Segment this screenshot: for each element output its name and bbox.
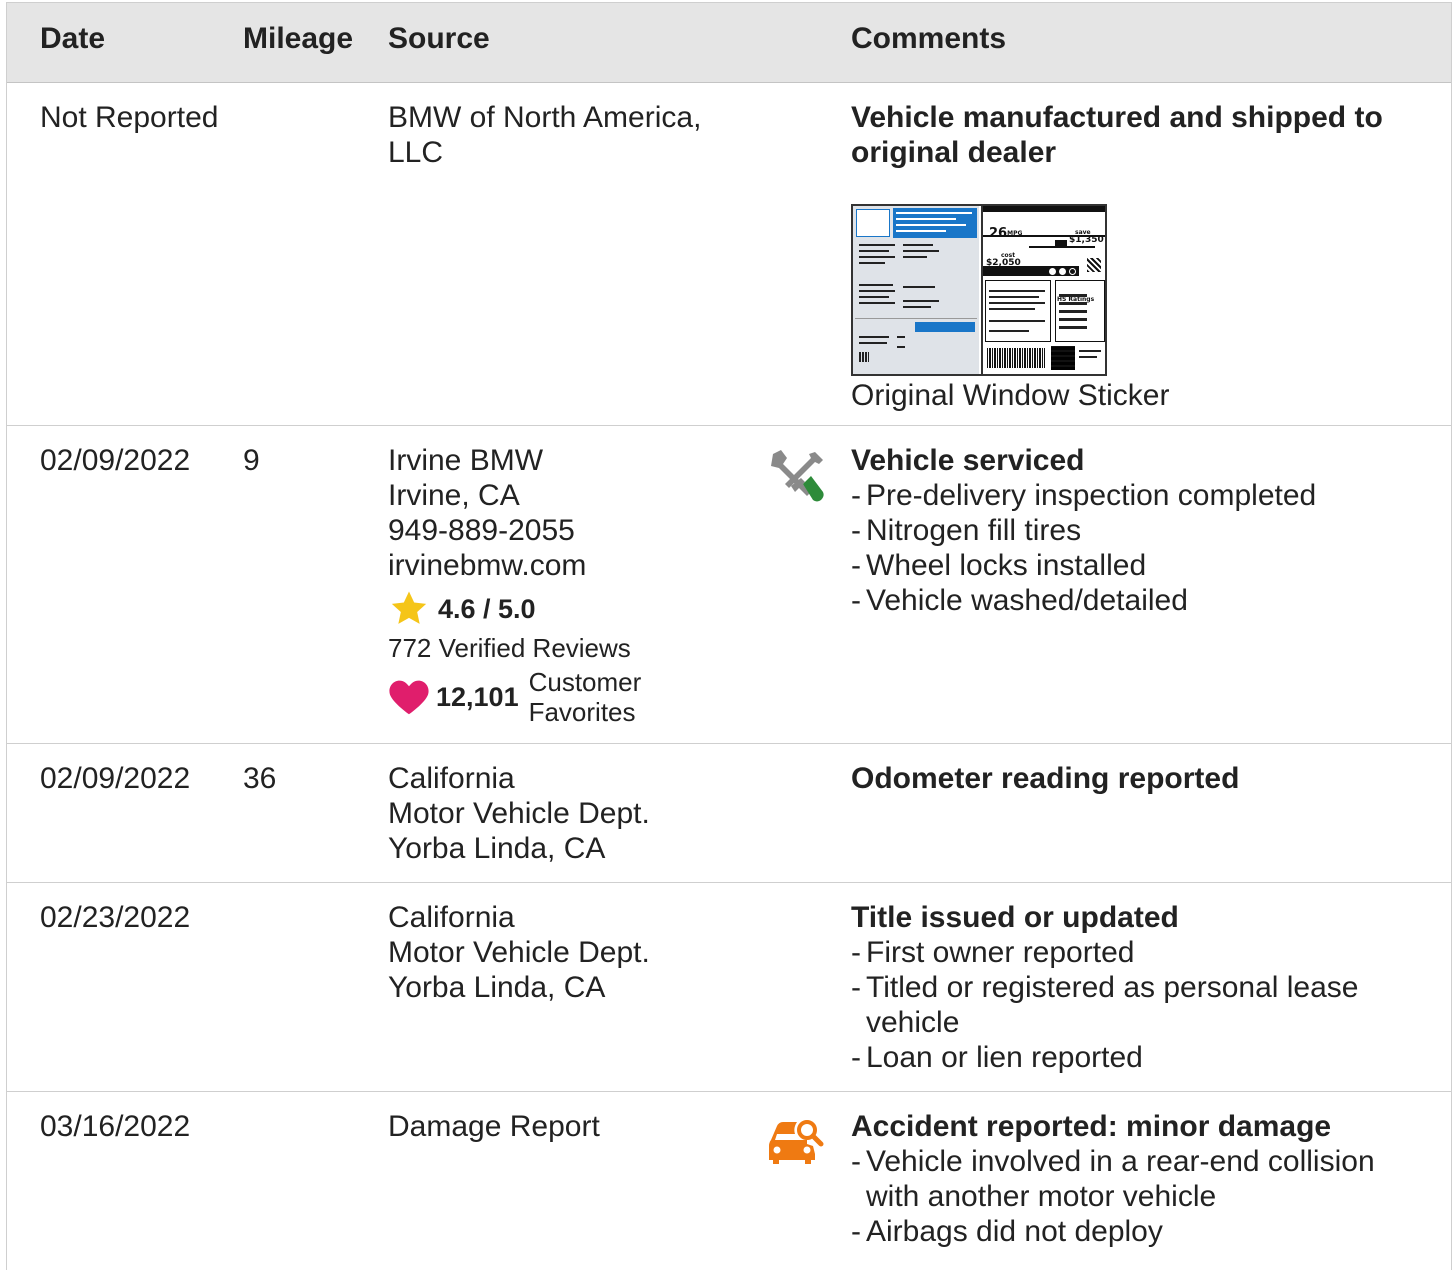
row-source: Irvine BMW Irvine, CA 949-889-2055 irvin… [388,443,641,727]
comment-bullets: Pre-delivery inspection completed Nitrog… [851,478,1421,618]
comment-title: Vehicle serviced [851,444,1085,477]
source-line: Yorba Linda, CA [388,832,606,865]
favorites-label-line: Favorites [528,697,636,727]
list-item: Wheel locks installed [851,548,1421,583]
source-line: Motor Vehicle Dept. [388,797,650,830]
accident-icon-cell [767,1118,825,1174]
comment-bullets: First owner reported Titled or registere… [851,935,1421,1075]
window-sticker-link[interactable]: Original Window Sticker [851,378,1421,413]
customer-favorites: 12,101 Customer Favorites [388,667,641,727]
row-comments: Odometer reading reported [851,761,1421,796]
row-date: 02/23/2022 [40,901,191,934]
list-item: Nitrogen fill tires [851,513,1421,548]
row-date: Not Reported [40,101,219,134]
comment-title: Odometer reading reported [851,762,1240,795]
sticker-left-panel [853,206,979,374]
comment-title-line: Vehicle manufactured and shipped to [851,101,1383,134]
source-line: California [388,901,515,934]
wrench-screwdriver-icon [771,450,824,502]
table-row: 02/23/2022 California Motor Vehicle Dept… [7,883,1451,1092]
window-sticker-thumbnail[interactable]: 26MPG save $1,350 cost $2,050 HS Ratings [851,204,1107,376]
row-source: BMW of North America, LLC [388,100,701,170]
car-search-icon [769,1120,824,1164]
sticker-right-panel: 26MPG save $1,350 cost $2,050 HS Ratings [981,206,1105,374]
favorites-count: 12,101 [436,681,519,712]
row-source: California Motor Vehicle Dept. Yorba Lin… [388,900,650,1005]
verified-reviews-link[interactable]: 772 Verified Reviews [388,631,641,665]
row-source: California Motor Vehicle Dept. Yorba Lin… [388,761,650,866]
dealer-website-link[interactable]: irvinebmw.com [388,548,641,583]
source-line: California [388,762,515,795]
row-date: 02/09/2022 [40,762,191,795]
row-mileage: 9 [243,444,260,477]
service-icon-cell [767,448,827,514]
list-item: Loan or lien reported [851,1040,1421,1075]
table-row: 02/09/2022 9 Irvine BMW Irvine, CA 949-8… [7,426,1451,744]
list-item: Airbags did not deploy [851,1214,1421,1249]
source-line: Irvine BMW [388,444,544,477]
row-source: Damage Report [388,1109,600,1144]
rating-score: 4.6 / 5.0 [438,593,536,624]
comment-title: Title issued or updated [851,901,1179,934]
source-line: Damage Report [388,1110,600,1143]
header-mileage: Mileage [243,22,354,55]
header-comments: Comments [851,22,1007,55]
list-item: First owner reported [851,935,1421,970]
row-comments: Accident reported: minor damage Vehicle … [851,1109,1421,1249]
dealer-phone[interactable]: 949-889-2055 [388,513,641,548]
comment-title: Vehicle manufactured and shipped to orig… [851,100,1421,170]
table-header: Date Mileage Source Comments [7,3,1451,83]
table-row: Not Reported BMW of North America, LLC V… [7,83,1451,426]
source-line: Yorba Linda, CA [388,971,606,1004]
row-comments: Vehicle serviced Pre-delivery inspection… [851,443,1421,618]
vehicle-history-table: Date Mileage Source Comments Not Reporte… [6,2,1452,1270]
header-source: Source [388,22,490,55]
source-line: BMW of North America, [388,101,702,134]
list-item: Pre-delivery inspection completed [851,478,1421,513]
header-date: Date [40,22,106,55]
table-row: 02/09/2022 36 California Motor Vehicle D… [7,744,1451,883]
row-date: 02/09/2022 [40,444,191,477]
list-item: Titled or registered as personal lease v… [851,970,1421,1040]
comment-bullets: Vehicle involved in a rear-end collision… [851,1144,1421,1249]
row-date: 03/16/2022 [40,1110,191,1143]
row-mileage: 36 [243,762,277,795]
source-line: Irvine, CA [388,479,520,512]
row-comments: Title issued or updated First owner repo… [851,900,1421,1075]
sticker-save-amount: $1,350 [1069,235,1104,245]
list-item: Vehicle washed/detailed [851,583,1421,618]
heart-icon [389,680,429,715]
row-comments: Vehicle manufactured and shipped to orig… [851,100,1421,413]
comment-title-line: original dealer [851,136,1057,169]
dealer-rating: 4.6 / 5.0 [388,589,641,629]
comment-title: Accident reported: minor damage [851,1110,1332,1143]
favorites-label: Customer Favorites [529,667,642,727]
favorites-label-line: Customer [528,667,642,697]
source-line: Motor Vehicle Dept. [388,936,650,969]
source-line: LLC [388,136,444,169]
star-icon [391,591,427,624]
list-item: Vehicle involved in a rear-end collision… [851,1144,1421,1214]
table-row: 03/16/2022 Damage Report Accident report… [7,1092,1451,1271]
